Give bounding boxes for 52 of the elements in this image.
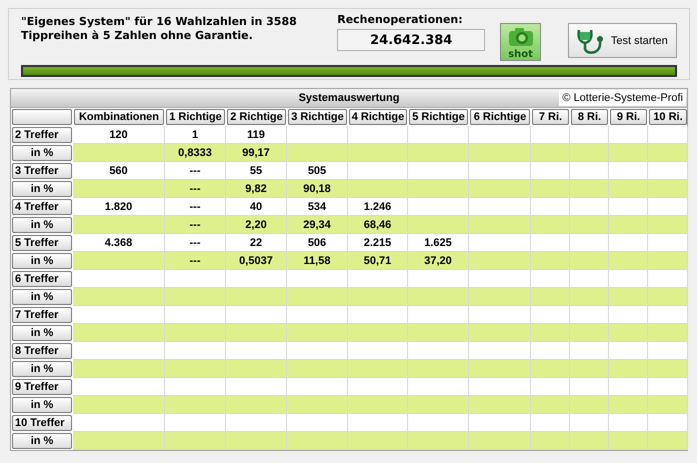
column-header[interactable]: 6 Richtige: [470, 109, 530, 125]
copyright-text: © Lotterie-Systeme-Profi: [559, 90, 686, 106]
row-header[interactable]: 6 Treffer: [12, 271, 72, 287]
operations-label: Rechenoperationen:: [337, 13, 464, 27]
table-cell: 50,71: [348, 252, 408, 270]
table-cell: 11,58: [287, 252, 348, 270]
column-header[interactable]: 3 Richtige: [288, 109, 347, 125]
column-header[interactable]: 9 Ri.: [610, 109, 647, 125]
row-header[interactable]: 5 Treffer: [12, 235, 72, 251]
row-header[interactable]: in %: [12, 253, 72, 269]
column-header[interactable]: 5 Richtige: [409, 109, 468, 125]
row-header[interactable]: in %: [12, 217, 72, 233]
row-header[interactable]: in %: [12, 145, 72, 161]
table-cell: 68,46: [348, 216, 408, 234]
table-cell: 29,34: [287, 216, 348, 234]
column-header[interactable]: 10 Ri.: [649, 109, 687, 125]
column-header[interactable]: Kombinationen: [74, 109, 164, 125]
row-header[interactable]: in %: [12, 289, 72, 305]
column-header[interactable]: 4 Richtige: [349, 109, 407, 125]
table-title: Systemauswertung: [298, 92, 400, 104]
table-cell: 0,8333: [165, 144, 226, 162]
column-header[interactable]: 1 Richtige: [166, 109, 225, 125]
row-header[interactable]: 4 Treffer: [12, 199, 72, 215]
test-start-button[interactable]: Test starten: [568, 23, 677, 58]
row-header[interactable]: in %: [12, 397, 72, 413]
table-cell: 9,82: [226, 180, 287, 198]
table-cell: ---: [165, 252, 226, 270]
column-header[interactable]: 8 Ri.: [571, 109, 608, 125]
table-cell: 0,5037: [226, 252, 287, 270]
row-header[interactable]: in %: [12, 325, 72, 341]
operations-value: 24.642.384: [337, 29, 486, 51]
column-header[interactable]: 7 Ri.: [532, 109, 569, 125]
row-header[interactable]: 9 Treffer: [12, 379, 72, 395]
row-header[interactable]: 3 Treffer: [12, 163, 72, 179]
table-cell: 37,20: [408, 252, 469, 270]
row-header[interactable]: 7 Treffer: [12, 307, 72, 323]
table-cell: ---: [165, 216, 226, 234]
table-cell: 2,20: [226, 216, 287, 234]
row-header[interactable]: in %: [12, 433, 72, 449]
row-header[interactable]: in %: [12, 181, 72, 197]
corner-header: [12, 109, 72, 125]
row-header[interactable]: 2 Treffer: [12, 127, 72, 143]
row-header[interactable]: 10 Treffer: [12, 415, 72, 431]
camera-icon: [508, 27, 534, 47]
table-cell: 99,17: [226, 144, 287, 162]
screenshot-button[interactable]: shot: [500, 23, 541, 61]
row-header[interactable]: in %: [12, 361, 72, 377]
row-header[interactable]: 8 Treffer: [12, 343, 72, 359]
table-cell: ---: [165, 180, 226, 198]
table-cell: 90,18: [287, 180, 348, 198]
column-header[interactable]: 2 Richtige: [227, 109, 286, 125]
system-description: "Eigenes System" für 16 Wahlzahlen in 3588 Tippreihen à 5 Zahlen ohne Garantie.: [21, 15, 298, 43]
